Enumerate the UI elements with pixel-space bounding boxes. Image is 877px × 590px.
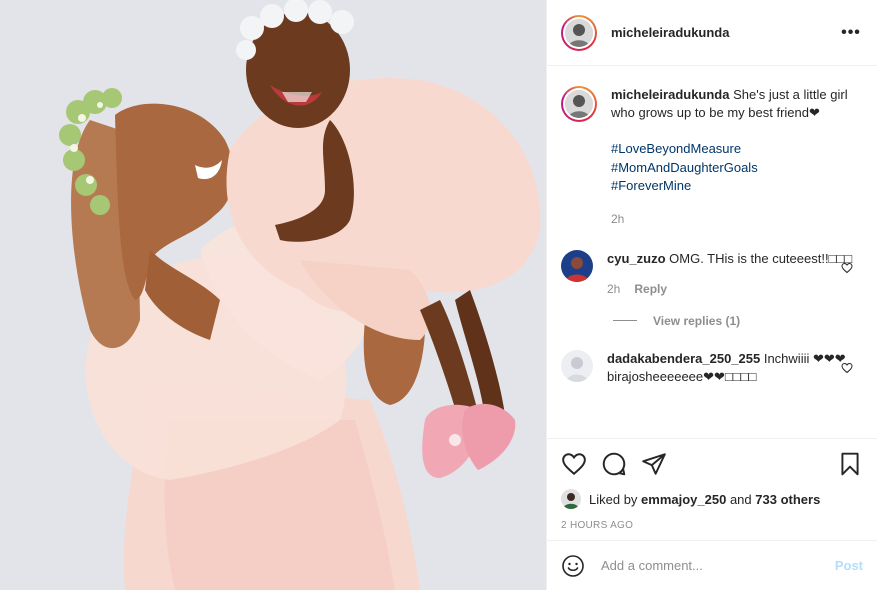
reply-button[interactable]: Reply	[634, 280, 667, 298]
instagram-post: micheleiradukunda ••• micheleiradukunda …	[0, 0, 877, 590]
comment-text: OMG. THis is the cuteeest!!□□□	[669, 250, 853, 266]
post-timestamp[interactable]: 2 HOURS AGO	[561, 520, 863, 531]
comment-username[interactable]: cyu_zuzo	[607, 251, 666, 266]
caption-avatar[interactable]	[561, 86, 597, 122]
post-header: micheleiradukunda •••	[547, 0, 877, 66]
comment-time[interactable]: 2h	[607, 280, 620, 298]
add-comment-bar: Post	[547, 540, 877, 590]
comment-like-heart-icon[interactable]	[841, 362, 853, 374]
more-icon[interactable]: •••	[839, 24, 863, 42]
comment-meta: 2h Reply	[607, 280, 863, 298]
comments-section: micheleiradukunda She's just a little gi…	[547, 66, 877, 438]
header-username[interactable]: micheleiradukunda	[611, 25, 839, 40]
caption-meta: 2h	[611, 210, 863, 228]
liker-avatar[interactable]	[561, 489, 581, 509]
comment-body: dadakabendera_250_255 Inchwiiii ❤❤❤biraj…	[607, 350, 863, 386]
story-ring-avatar[interactable]	[561, 14, 597, 51]
hashtag-link[interactable]: #LoveBeyondMeasure	[611, 140, 863, 159]
replies-divider	[613, 320, 637, 321]
caption: micheleiradukunda She's just a little gi…	[561, 86, 863, 228]
commenter-avatar[interactable]	[561, 349, 593, 382]
likes-and: and	[729, 491, 752, 507]
view-replies-button[interactable]: View replies (1)	[613, 314, 863, 328]
commenter-avatar[interactable]	[561, 249, 593, 282]
comment-username[interactable]: dadakabendera_250_255	[607, 351, 760, 366]
post-photo[interactable]	[0, 0, 546, 590]
comment-icon[interactable]	[601, 451, 627, 477]
avatar	[565, 90, 593, 118]
post-side-panel: micheleiradukunda ••• micheleiradukunda …	[546, 0, 877, 590]
hashtag-link[interactable]: #ForeverMine	[611, 177, 863, 196]
comment-item: dadakabendera_250_255 Inchwiiii ❤❤❤biraj…	[561, 349, 863, 386]
liker-username[interactable]: emmajoy_250	[641, 492, 726, 507]
likes-summary: Liked by emmajoy_250 and 733 others	[561, 489, 863, 509]
bookmark-icon[interactable]	[837, 451, 863, 477]
caption-time[interactable]: 2h	[611, 210, 624, 228]
emoji-icon[interactable]	[561, 554, 585, 578]
photo-illustration	[0, 0, 546, 590]
comment-like-heart-icon[interactable]	[841, 262, 853, 274]
send-icon[interactable]	[641, 451, 667, 477]
action-icons	[561, 449, 863, 479]
view-replies-label: View replies (1)	[653, 313, 741, 328]
caption-username[interactable]: micheleiradukunda	[611, 87, 729, 102]
comment-item: cyu_zuzo OMG. THis is the cuteeest!!□□□ …	[561, 249, 863, 298]
add-comment-input[interactable]	[601, 558, 835, 573]
post-actions: Liked by emmajoy_250 and 733 others 2 HO…	[547, 438, 877, 531]
hashtag-link[interactable]: #MomAndDaughterGoals	[611, 159, 863, 178]
comment-body: cyu_zuzo OMG. THis is the cuteeest!!□□□ …	[607, 250, 863, 298]
hashtags: #LoveBeyondMeasure #MomAndDaughterGoals …	[611, 140, 863, 196]
heart-icon[interactable]	[561, 451, 587, 477]
caption-body: micheleiradukunda She's just a little gi…	[611, 86, 863, 228]
avatar	[565, 18, 593, 47]
others-link[interactable]: 733 others	[755, 492, 820, 507]
post-comment-button[interactable]: Post	[835, 558, 863, 573]
likes-prefix: Liked by	[589, 491, 638, 507]
